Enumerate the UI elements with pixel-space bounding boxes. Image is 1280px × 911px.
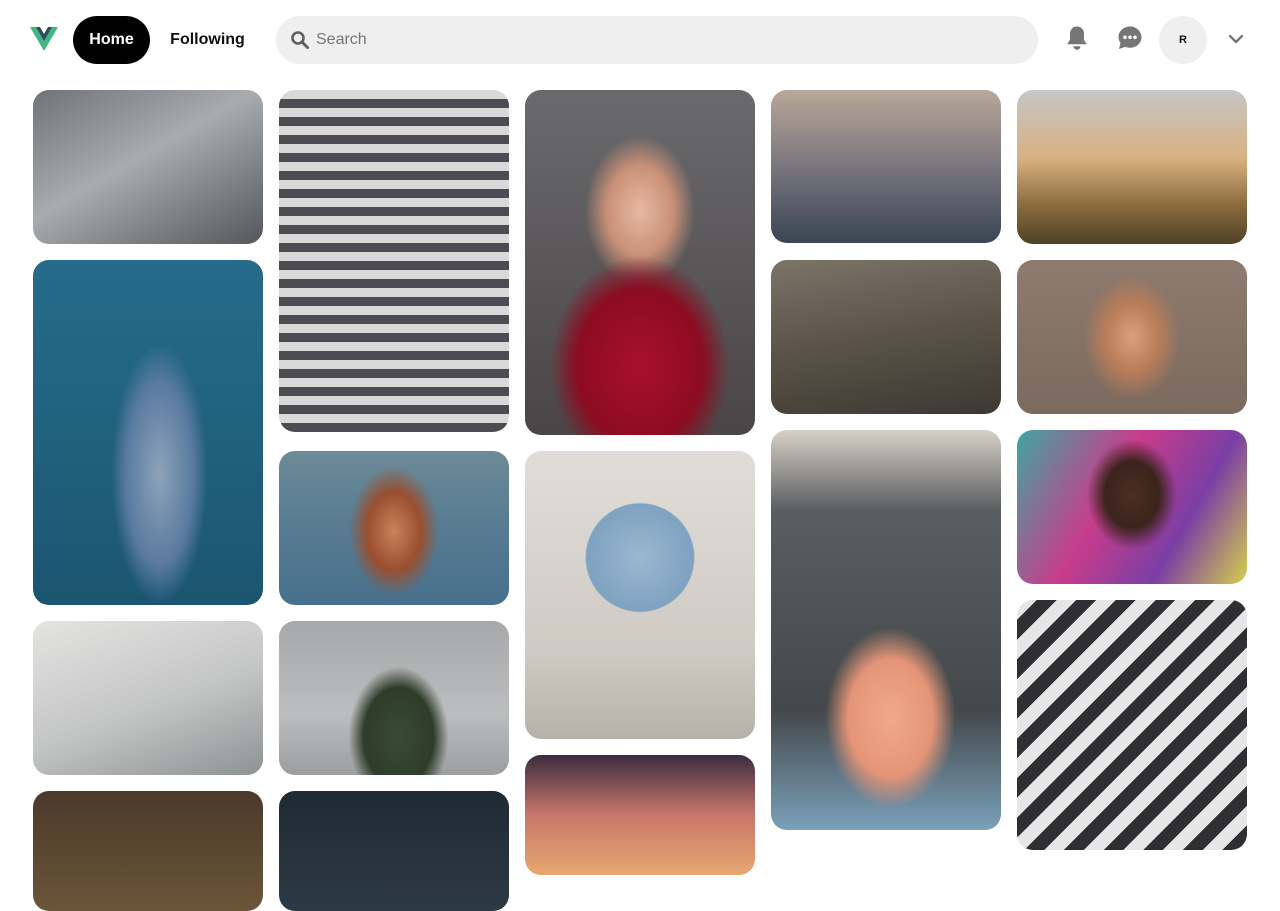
pin-image[interactable] bbox=[771, 90, 1001, 243]
pin-image[interactable] bbox=[771, 430, 1001, 830]
pin-image[interactable] bbox=[279, 791, 509, 911]
pin-image[interactable] bbox=[279, 451, 509, 605]
pin-image[interactable] bbox=[1017, 90, 1247, 244]
pin-image[interactable] bbox=[1017, 600, 1247, 850]
pin-image[interactable] bbox=[1017, 430, 1247, 584]
pin-image[interactable] bbox=[33, 260, 263, 605]
pin-grid bbox=[0, 0, 1280, 911]
pin-image[interactable] bbox=[279, 90, 509, 432]
pin-image[interactable] bbox=[771, 260, 1001, 414]
pin-image[interactable] bbox=[525, 451, 755, 739]
pin-image[interactable] bbox=[33, 791, 263, 911]
pin-image[interactable] bbox=[33, 621, 263, 775]
pin-image[interactable] bbox=[33, 90, 263, 244]
pin-image[interactable] bbox=[525, 755, 755, 875]
pin-image[interactable] bbox=[279, 621, 509, 775]
pin-image[interactable] bbox=[1017, 260, 1247, 414]
pin-image[interactable] bbox=[525, 90, 755, 435]
